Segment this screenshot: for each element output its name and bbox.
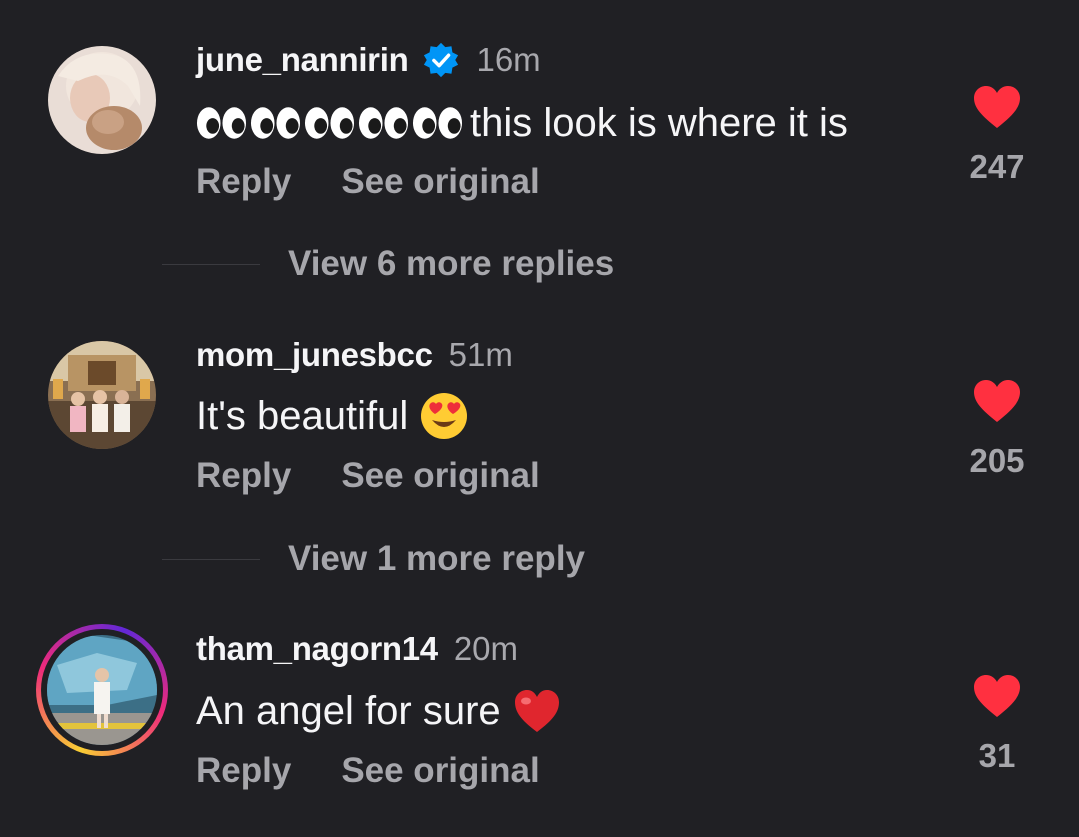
avatar	[47, 635, 157, 745]
username[interactable]: june_nannirin	[196, 41, 409, 79]
red-heart-emoji-icon	[514, 690, 559, 732]
comment-time: 16m	[476, 41, 541, 78]
heart-icon	[974, 86, 1020, 128]
avatar[interactable]	[48, 341, 156, 449]
eyes-emoji-icon	[196, 106, 466, 140]
view-more-label[interactable]: View 1 more reply	[288, 539, 585, 579]
username[interactable]: tham_nagorn14	[196, 630, 438, 668]
username[interactable]: mom_junesbcc	[196, 336, 433, 374]
comment-text: this look is where it is	[470, 100, 848, 145]
comments-page: june_nannirin 16m this look is where it …	[0, 0, 1079, 837]
view-more-label[interactable]: View 6 more replies	[288, 244, 614, 284]
heart-eyes-emoji-icon	[421, 393, 468, 439]
story-ring[interactable]	[36, 624, 168, 756]
heart-icon	[974, 380, 1020, 422]
like-button[interactable]: 31	[960, 673, 1034, 775]
like-count: 31	[978, 737, 1016, 774]
view-more-replies[interactable]: View 6 more replies	[162, 244, 614, 284]
like-count: 205	[969, 442, 1025, 479]
comment-text: It's beautiful	[196, 393, 409, 438]
heart-icon	[974, 675, 1020, 717]
view-more-replies[interactable]: View 1 more reply	[162, 539, 585, 579]
like-count: 247	[969, 148, 1025, 185]
comment-text: An angel for sure	[196, 688, 501, 733]
reply-button[interactable]: Reply	[196, 751, 291, 791]
divider	[162, 263, 260, 265]
avatar[interactable]	[48, 46, 156, 154]
see-original-button[interactable]: See original	[341, 456, 539, 496]
reply-button[interactable]: Reply	[196, 456, 291, 496]
verified-badge-icon	[424, 42, 459, 78]
like-button[interactable]: 205	[960, 378, 1034, 480]
reply-button[interactable]: Reply	[196, 162, 291, 202]
like-button[interactable]: 247	[960, 84, 1034, 186]
comment-time: 51m	[448, 336, 513, 373]
divider	[162, 558, 260, 560]
see-original-button[interactable]: See original	[341, 751, 539, 791]
comment-time: 20m	[453, 630, 519, 667]
see-original-button[interactable]: See original	[341, 162, 539, 202]
